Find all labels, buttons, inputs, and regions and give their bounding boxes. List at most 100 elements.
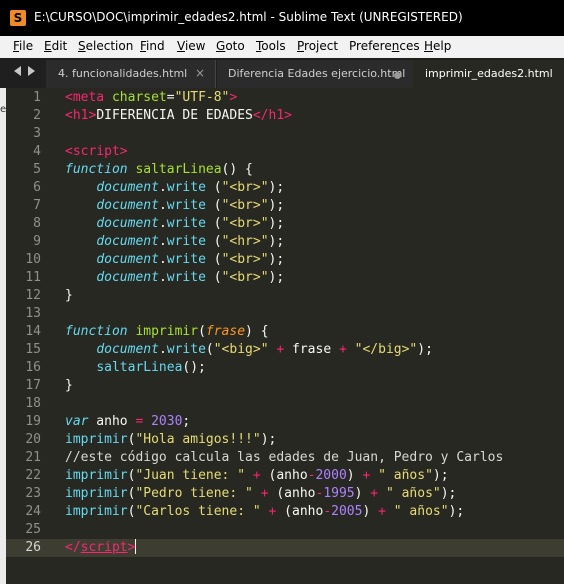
code-token: ( [205, 216, 222, 231]
tab-label: imprimir_edades2.html [425, 67, 553, 80]
code-token: "Juan tiene: " [135, 468, 246, 483]
code-token: imprimir [65, 468, 128, 483]
tab-imprimir-edades2[interactable]: imprimir_edades2.html [413, 60, 564, 88]
line-number: 23 [25, 486, 41, 501]
code-line[interactable]: 5 function saltarLinea() { [6, 161, 564, 179]
code-line[interactable]: 2 <h1>DIFERENCIA DE EDADES</h1> [6, 107, 564, 125]
code-line[interactable]: 8 document.write ("<br>"); [6, 215, 564, 233]
code-line[interactable]: 1 <meta charset="UTF-8"> [6, 89, 564, 107]
code-token: ); [268, 216, 285, 231]
code-lines: 1 <meta charset="UTF-8"> 2 <h1>DIFERENCIA D… [6, 89, 564, 557]
menu-goto-label: oto [225, 39, 245, 53]
code-line[interactable]: 14 function imprimir(frase) { [6, 323, 564, 341]
code-line[interactable]: 10 document.write ("<br>"); [6, 251, 564, 269]
unsaved-dot-icon[interactable] [394, 72, 401, 79]
code-token: ( [205, 270, 222, 285]
menu-goto[interactable]: Goto [216, 39, 245, 53]
code-token: - [323, 504, 332, 519]
code-token: } [65, 378, 73, 393]
code-token: . [158, 216, 167, 231]
code-line[interactable]: 16 saltarLinea(); [6, 359, 564, 377]
code-line[interactable]: 18 [6, 395, 564, 413]
code-token: . [158, 198, 167, 213]
code-line[interactable]: 24 imprimir("Carlos tiene: " + (anho-2005… [6, 503, 564, 521]
code-token: . [158, 180, 167, 195]
code-token: "UTF-8" [174, 90, 230, 105]
tab-label: 4. funcionalidades.html [58, 67, 188, 80]
code-token: > [229, 90, 238, 105]
code-token: ); [268, 234, 285, 249]
code-token: </ [65, 540, 81, 555]
code-token: "Carlos tiene: " [135, 504, 261, 519]
line-number: 25 [25, 522, 41, 537]
code-token: ( [198, 324, 206, 339]
menu-selection-accel: S [78, 39, 86, 53]
code-text: imprimir("Hola amigos!!!"); [65, 431, 276, 449]
code-token: ( [205, 252, 222, 267]
menu-find[interactable]: Find [140, 39, 165, 53]
menu-preferences[interactable]: Preferences [349, 39, 420, 53]
code-token: "</big>" [354, 342, 418, 357]
menu-selection-label: election [85, 39, 134, 53]
code-token: <meta [65, 90, 112, 105]
code-token: ); [440, 486, 457, 501]
code-text: document.write ("<br>"); [65, 197, 284, 215]
code-text: document.write("<big>" + frase + "</big>… [65, 341, 433, 359]
code-line[interactable]: 21 //este código calcula las edades de Ju… [6, 449, 564, 467]
code-token: + [252, 468, 261, 483]
tab-diferencia-edades[interactable]: Diferencia Edades ejercicio.html [217, 60, 413, 88]
code-text: <meta charset="UTF-8"> [65, 89, 237, 107]
menu-edit[interactable]: Edit [44, 39, 67, 53]
code-token: . [158, 270, 167, 285]
code-line[interactable]: 11 document.write ("<br>"); [6, 269, 564, 287]
sublime-text-logo-icon: S [10, 10, 26, 26]
menu-view-label: iew [184, 39, 206, 53]
close-icon[interactable]: × [195, 66, 205, 80]
code-line[interactable]: 26 </script> [6, 539, 564, 557]
code-line[interactable]: 13 [6, 305, 564, 323]
code-line[interactable]: 3 [6, 125, 564, 143]
code-line[interactable]: 7 document.write ("<br>"); [6, 197, 564, 215]
code-line[interactable]: 4 <script> [6, 143, 564, 161]
chevron-right-icon[interactable] [28, 66, 35, 76]
code-line[interactable]: 12} [6, 287, 564, 305]
code-token: (anho [268, 486, 316, 501]
code-token: + [378, 504, 386, 519]
menu-selection[interactable]: Selection [78, 39, 133, 53]
code-token: 1995 [323, 486, 355, 501]
code-line[interactable]: 22 imprimir("Juan tiene: " + (anho-2000) … [6, 467, 564, 485]
chevron-left-icon[interactable] [14, 66, 21, 76]
code-token: anho [88, 414, 136, 429]
menu-help-label: elp [433, 39, 452, 53]
menu-file-label: ile [19, 39, 34, 53]
code-line[interactable]: 6 document.write ("<br>"); [6, 179, 564, 197]
code-line[interactable]: 9 document.write ("<hr>"); [6, 233, 564, 251]
menu-goto-accel: G [216, 39, 226, 53]
code-token: frase [284, 342, 339, 357]
menu-project-label: roject [304, 39, 339, 53]
code-line[interactable]: 15 document.write("<big>" + frase + "</b… [6, 341, 564, 359]
menu-tools[interactable]: Tools [256, 39, 286, 53]
code-line[interactable]: 19 var anho = 2030; [6, 413, 564, 431]
code-token: } [65, 288, 73, 303]
line-number: 7 [33, 198, 41, 213]
menu-file[interactable]: File [13, 39, 33, 53]
code-token: var [65, 414, 89, 429]
code-token: saltarLinea [96, 360, 183, 375]
tab-funcionalidades[interactable]: 4. funcionalidades.html × [46, 60, 216, 88]
code-token: <script> [65, 144, 128, 159]
code-line[interactable]: 20 imprimir("Hola amigos!!!"); [6, 431, 564, 449]
code-line[interactable]: 17} [6, 377, 564, 395]
code-text: </script> [65, 539, 137, 557]
menu-project[interactable]: Project [297, 39, 338, 53]
menu-view[interactable]: View [177, 39, 205, 53]
menu-help[interactable]: Help [424, 39, 451, 53]
code-token: ) [346, 468, 363, 483]
code-line[interactable]: 23 imprimir("Pedro tiene: " + (anho-1995)… [6, 485, 564, 503]
code-line[interactable]: 25 [6, 521, 564, 539]
code-editor[interactable]: 1 <meta charset="UTF-8"> 2 <h1>DIFERENCIA D… [6, 88, 564, 584]
